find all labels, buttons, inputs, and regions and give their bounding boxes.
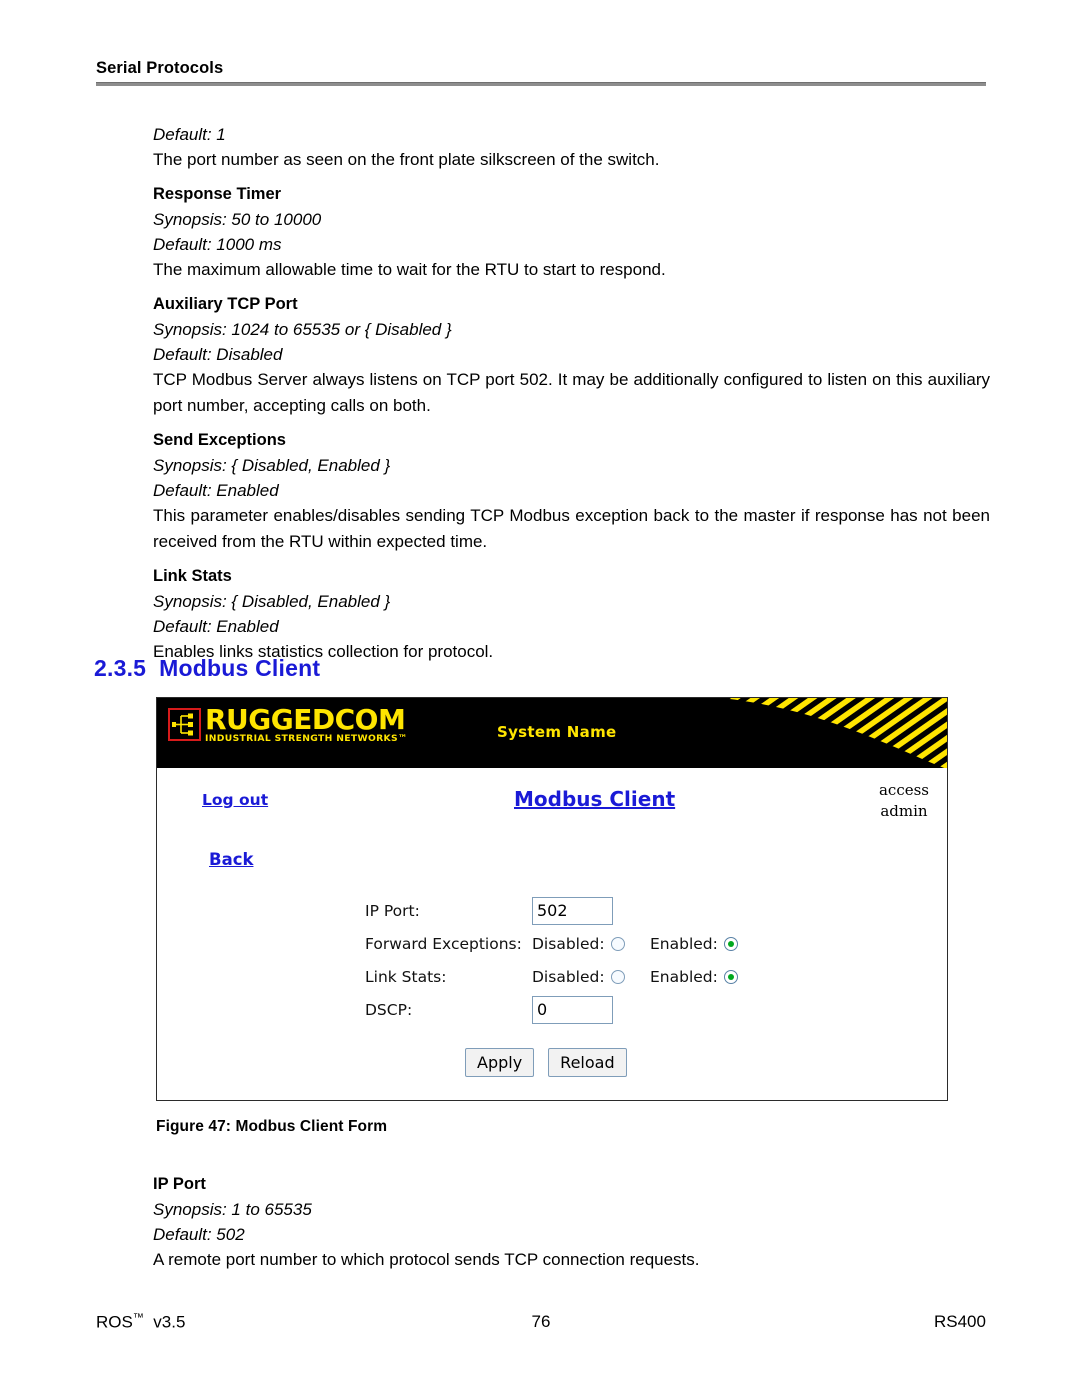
- footer-model: RS400: [933, 1312, 986, 1331]
- term-send-exceptions: Send Exceptions: [153, 431, 286, 449]
- trademark-icon: ™: [132, 1312, 144, 1324]
- reload-button[interactable]: Reload: [548, 1048, 627, 1077]
- footer-product: ROS: [96, 1312, 133, 1332]
- forward-exceptions-enabled-option[interactable]: Enabled:: [650, 935, 738, 953]
- port-number-description: The port number as seen on the front pla…: [153, 150, 660, 169]
- system-name-label: System Name: [497, 723, 617, 741]
- figure-caption: Figure 47: Modbus Client Form: [156, 1118, 388, 1135]
- apply-button[interactable]: Apply: [465, 1048, 535, 1077]
- form-row-link-stats: Link Stats: Disabled: Enabled:: [365, 960, 738, 993]
- link-stats-default: Default: Enabled: [153, 617, 279, 636]
- link-stats-disabled-option[interactable]: Disabled:: [532, 968, 650, 986]
- footer-version: v3.5: [153, 1312, 186, 1332]
- running-header-title: Serial Protocols: [96, 59, 224, 77]
- page-title-link[interactable]: Modbus Client: [514, 787, 675, 811]
- document-body-upper: Default: 1 The port number as seen on th…: [153, 122, 990, 664]
- page-footer: ROS™ v3.5 76 RS400: [96, 1312, 986, 1333]
- auxiliary-tcp-port-description: TCP Modbus Server always listens on TCP …: [153, 370, 990, 415]
- forward-exceptions-disabled-option[interactable]: Disabled:: [532, 935, 650, 953]
- send-exceptions-synopsis: Synopsis: { Disabled, Enabled }: [153, 456, 391, 475]
- footer-left: ROS™ v3.5: [96, 1312, 390, 1333]
- ip-port-label: IP Port:: [365, 901, 420, 920]
- logout-link[interactable]: Log out: [202, 791, 268, 809]
- forward-exceptions-disabled-label: Disabled:: [532, 934, 605, 953]
- access-user: admin: [880, 802, 928, 820]
- section-heading: 2.3.5 Modbus Client: [94, 655, 320, 682]
- dscp-input[interactable]: [532, 995, 613, 1024]
- header-divider: [96, 82, 986, 86]
- access-info: access admin: [879, 780, 929, 822]
- response-timer-default: Default: 1000 ms: [153, 235, 282, 254]
- term-response-timer: Response Timer: [153, 185, 282, 203]
- form-row-ip-port: IP Port:: [365, 894, 738, 927]
- ip-port-default: Default: 502: [153, 1225, 245, 1244]
- forward-exceptions-radio-group: Disabled: Enabled:: [532, 935, 738, 953]
- form-row-forward-exceptions: Forward Exceptions: Disabled: Enabled:: [365, 927, 738, 960]
- term-auxiliary-tcp-port: Auxiliary TCP Port: [153, 295, 298, 313]
- ip-port-description: A remote port number to which protocol s…: [153, 1250, 700, 1269]
- document-body-lower: IP Port Synopsis: 1 to 65535 Default: 50…: [153, 1172, 990, 1272]
- default-value-line: Default: 1: [153, 125, 226, 144]
- link-stats-disabled-label: Disabled:: [532, 967, 605, 986]
- link-stats-enabled-radio[interactable]: [723, 969, 738, 984]
- brand-name: RUGGEDCOM: [205, 703, 406, 736]
- access-label: access: [878, 781, 929, 799]
- brand-tagline: INDUSTRIAL STRENGTH NETWORKS™: [205, 733, 408, 744]
- response-timer-synopsis: Synopsis: 50 to 10000: [153, 210, 322, 229]
- link-stats-label: Link Stats:: [365, 967, 447, 986]
- forward-exceptions-enabled-radio[interactable]: [723, 936, 738, 951]
- link-stats-radio-group: Disabled: Enabled:: [532, 968, 738, 986]
- forward-exceptions-disabled-radio[interactable]: [610, 936, 625, 951]
- term-link-stats: Link Stats: [153, 567, 232, 585]
- form-row-dscp: DSCP:: [365, 993, 738, 1026]
- network-tree-svg: [172, 713, 193, 736]
- ui-banner: RUGGEDCOM INDUSTRIAL STRENGTH NETWORKS™ …: [157, 698, 947, 768]
- auxiliary-tcp-port-synopsis: Synopsis: 1024 to 65535 or { Disabled }: [153, 320, 452, 339]
- ip-port-input[interactable]: [532, 896, 613, 925]
- send-exceptions-default: Default: Enabled: [153, 481, 279, 500]
- response-timer-description: The maximum allowable time to wait for t…: [153, 260, 666, 279]
- ip-port-synopsis: Synopsis: 1 to 65535: [153, 1200, 312, 1219]
- ui-nav-row: Log out Modbus Client access admin: [157, 768, 947, 830]
- figure-modbus-client-form: RUGGEDCOM INDUSTRIAL STRENGTH NETWORKS™ …: [156, 697, 948, 1101]
- forward-exceptions-label: Forward Exceptions:: [365, 934, 522, 953]
- network-tree-icon: [168, 708, 201, 741]
- link-stats-synopsis: Synopsis: { Disabled, Enabled }: [153, 592, 391, 611]
- section-title: Modbus Client: [159, 655, 321, 681]
- striped-swoosh-graphic: [720, 698, 947, 768]
- footer-page-number: 76: [531, 1312, 551, 1331]
- forward-exceptions-enabled-label: Enabled:: [650, 934, 718, 953]
- link-stats-disabled-radio[interactable]: [610, 969, 625, 984]
- auxiliary-tcp-port-default: Default: Disabled: [153, 345, 283, 364]
- dscp-label: DSCP:: [365, 1000, 413, 1019]
- ruggedcom-logo: RUGGEDCOM INDUSTRIAL STRENGTH NETWORKS™: [168, 706, 408, 743]
- modbus-client-form: IP Port: Forward Exceptions: Disabled: E…: [365, 894, 738, 1026]
- running-header: Serial Protocols: [96, 58, 986, 86]
- link-stats-enabled-option[interactable]: Enabled:: [650, 968, 738, 986]
- section-number: 2.3.5: [94, 655, 147, 681]
- logo-text-block: RUGGEDCOM INDUSTRIAL STRENGTH NETWORKS™: [205, 703, 408, 744]
- form-button-row: Apply Reload: [465, 1048, 627, 1077]
- send-exceptions-description: This parameter enables/disables sending …: [153, 506, 990, 551]
- back-link[interactable]: Back: [209, 850, 253, 869]
- term-ip-port: IP Port: [153, 1175, 206, 1193]
- link-stats-enabled-label: Enabled:: [650, 967, 718, 986]
